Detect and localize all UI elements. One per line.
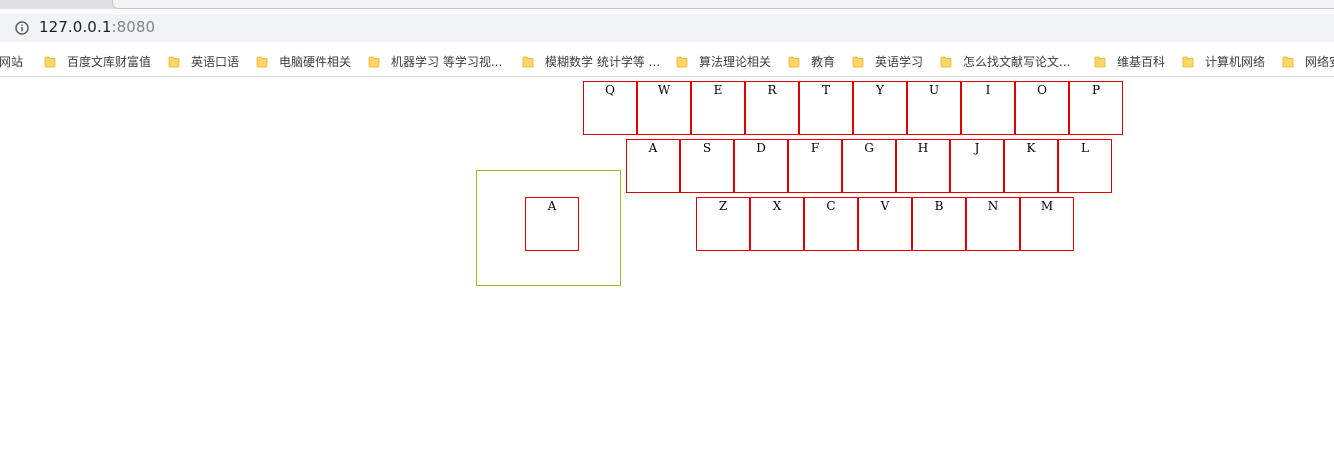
address-bar[interactable]: 127.0.0.1:8080 bbox=[0, 14, 1334, 42]
info-icon[interactable] bbox=[15, 21, 29, 35]
bookmark-item[interactable]: 网络安 bbox=[1282, 52, 1334, 70]
key-r[interactable]: R bbox=[745, 81, 799, 135]
key-g[interactable]: G bbox=[842, 139, 896, 193]
key-b[interactable]: B bbox=[912, 197, 966, 251]
browser-toolbar: 127.0.0.1:8080 bbox=[0, 9, 1334, 46]
bookmark-item[interactable]: 维基百科 bbox=[1094, 52, 1165, 70]
bookmark-label: 网站 bbox=[0, 54, 24, 69]
bookmark-label: 维基百科 bbox=[1117, 54, 1166, 69]
key-k[interactable]: K bbox=[1004, 139, 1058, 193]
url-text[interactable]: 127.0.0.1:8080 bbox=[39, 18, 155, 36]
key-h[interactable]: H bbox=[896, 139, 950, 193]
key-q[interactable]: Q bbox=[583, 81, 637, 135]
bookmark-item[interactable]: 机器学习 等学习视... bbox=[368, 52, 502, 70]
folder-icon bbox=[1182, 56, 1194, 67]
folder-icon bbox=[44, 56, 56, 67]
key-x[interactable]: X bbox=[750, 197, 804, 251]
bookmark-label: 算法理论相关 bbox=[699, 54, 772, 69]
key-v[interactable]: V bbox=[858, 197, 912, 251]
bookmark-item[interactable]: 英语学习 bbox=[852, 52, 923, 70]
bookmark-item[interactable]: 教育 bbox=[788, 52, 835, 70]
bookmark-label: 百度文库财富值 bbox=[67, 54, 152, 69]
key-e[interactable]: E bbox=[691, 81, 745, 135]
url-host: 127.0.0.1 bbox=[39, 18, 112, 36]
bookmark-label: 英语学习 bbox=[875, 54, 924, 69]
folder-icon bbox=[168, 56, 180, 67]
bookmark-label: 模糊数学 统计学等 ... bbox=[545, 54, 661, 69]
bookmark-item[interactable]: 模糊数学 统计学等 ... bbox=[522, 52, 660, 70]
url-port: :8080 bbox=[111, 18, 156, 36]
bookmark-label: 怎么找文献写论文... bbox=[963, 54, 1071, 69]
key-m[interactable]: M bbox=[1020, 197, 1074, 251]
key-z[interactable]: Z bbox=[696, 197, 750, 251]
folder-icon bbox=[676, 56, 688, 67]
key-a[interactable]: A bbox=[626, 139, 680, 193]
active-tab-edge[interactable] bbox=[112, 0, 1334, 9]
folder-icon bbox=[522, 56, 534, 67]
bookmark-item[interactable]: 怎么找文献写论文... bbox=[940, 52, 1070, 70]
bookmark-label: 电脑硬件相关 bbox=[279, 54, 352, 69]
key-n[interactable]: N bbox=[966, 197, 1020, 251]
folder-icon bbox=[256, 56, 268, 67]
bookmark-item[interactable]: 算法理论相关 bbox=[676, 52, 771, 70]
key-w[interactable]: W bbox=[637, 81, 691, 135]
key-s[interactable]: S bbox=[680, 139, 734, 193]
folder-icon bbox=[852, 56, 864, 67]
bookmark-item[interactable]: 电脑硬件相关 bbox=[256, 52, 351, 70]
bookmark-item[interactable]: 英语口语 bbox=[168, 52, 239, 70]
key-l[interactable]: L bbox=[1058, 139, 1112, 193]
key-u[interactable]: U bbox=[907, 81, 961, 135]
key-y[interactable]: Y bbox=[853, 81, 907, 135]
bookmark-label: 英语口语 bbox=[191, 54, 240, 69]
key-p[interactable]: P bbox=[1069, 81, 1123, 135]
bookmarks-bar: 网站 百度文库财富值 英语口语 电脑硬件相关 机器学习 等学习视... 模糊数学… bbox=[0, 46, 1334, 77]
folder-icon bbox=[1282, 56, 1294, 67]
folder-icon bbox=[368, 56, 380, 67]
key-j[interactable]: J bbox=[950, 139, 1004, 193]
bookmark-label: 教育 bbox=[811, 54, 836, 69]
folder-icon bbox=[1094, 56, 1106, 67]
bookmark-label: 计算机网络 bbox=[1205, 54, 1266, 69]
key-d[interactable]: D bbox=[734, 139, 788, 193]
folder-icon bbox=[940, 56, 952, 67]
dropped-key-a[interactable]: A bbox=[525, 197, 579, 251]
tab-strip bbox=[0, 0, 1334, 9]
key-f[interactable]: F bbox=[788, 139, 842, 193]
key-c[interactable]: C bbox=[804, 197, 858, 251]
bookmark-item[interactable]: 计算机网络 bbox=[1182, 52, 1265, 70]
key-o[interactable]: O bbox=[1015, 81, 1069, 135]
key-i[interactable]: I bbox=[961, 81, 1015, 135]
bookmark-label: 机器学习 等学习视... bbox=[391, 54, 503, 69]
bookmark-item[interactable]: 网站 bbox=[0, 52, 23, 70]
bookmark-item[interactable]: 百度文库财富值 bbox=[44, 52, 151, 70]
folder-icon bbox=[788, 56, 800, 67]
key-t[interactable]: T bbox=[799, 81, 853, 135]
bookmark-label: 网络安 bbox=[1305, 54, 1334, 69]
